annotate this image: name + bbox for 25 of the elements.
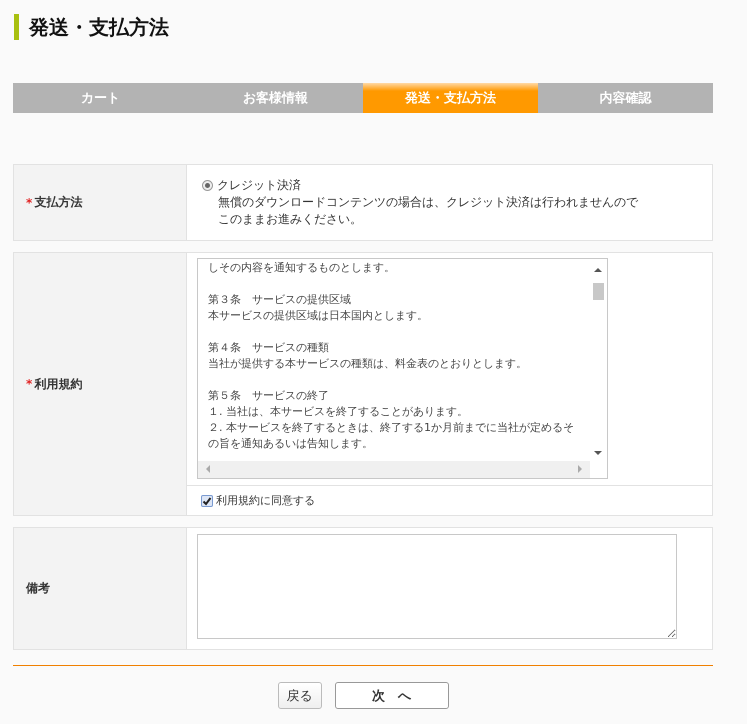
field-label: 備考 <box>26 580 50 597</box>
terms-text-line: 当社が提供する本サービスの種類は、料金表のとおりとします。 <box>208 356 528 372</box>
terms-text-line: 第５条 サービスの終了 <box>208 388 330 404</box>
required-mark: * <box>26 377 32 391</box>
horizontal-scrollbar[interactable] <box>198 461 590 478</box>
field-label: 支払方法 <box>34 194 82 211</box>
field-label: 利用規約 <box>34 376 82 392</box>
next-button[interactable]: 次 へ <box>334 682 448 709</box>
terms-text-line: ２. 本サービスを終了するときは、終了する1か月前までに当社が定めるその旨を通知あるいは告知します。 <box>208 420 575 452</box>
payment-note: 無償のダウンロードコンテンツの場合は、クレジット決済は行われませんので <box>218 194 640 211</box>
checkbox-label: 利用規約に同意する <box>216 493 315 508</box>
radio-label: クレジット決済 <box>217 177 301 194</box>
page-title: 発送・支払方法 <box>14 14 713 40</box>
terms-text-box[interactable]: しその内容を通知するものとします。 第３条 サービスの提供区域 本サービスの提供区域は日本国内とします。 第４条 サービスの種類 当社が提供する本サービスの種類は、料金表のとおりとします。 第５条 サービスの終了 １. 当社は、本サービスを終了することがあります。 ２. 本サービスを終了するときは、終了する1か月前までに当社が定めるその旨を通知あるいは告知します。 <box>197 258 608 479</box>
remarks-field[interactable] <box>197 534 677 639</box>
terms-text-line: しその内容を通知するものとします。 <box>208 260 396 276</box>
terms-text-line: 本サービスの提供区域は日本国内とします。 <box>208 308 429 324</box>
agree-checkbox[interactable] <box>201 494 213 506</box>
terms-text-line: 第３条 サービスの提供区域 <box>208 292 352 308</box>
radio-button[interactable] <box>202 180 213 191</box>
payment-note: このままお進みください。 <box>218 211 363 228</box>
terms-text-line: １. 当社は、本サービスを終了することがあります。 <box>208 404 469 420</box>
terms-text-line: 第４条 サービスの種類 <box>208 340 330 356</box>
required-mark: * <box>26 196 32 210</box>
back-button[interactable]: 戻る <box>278 682 322 709</box>
